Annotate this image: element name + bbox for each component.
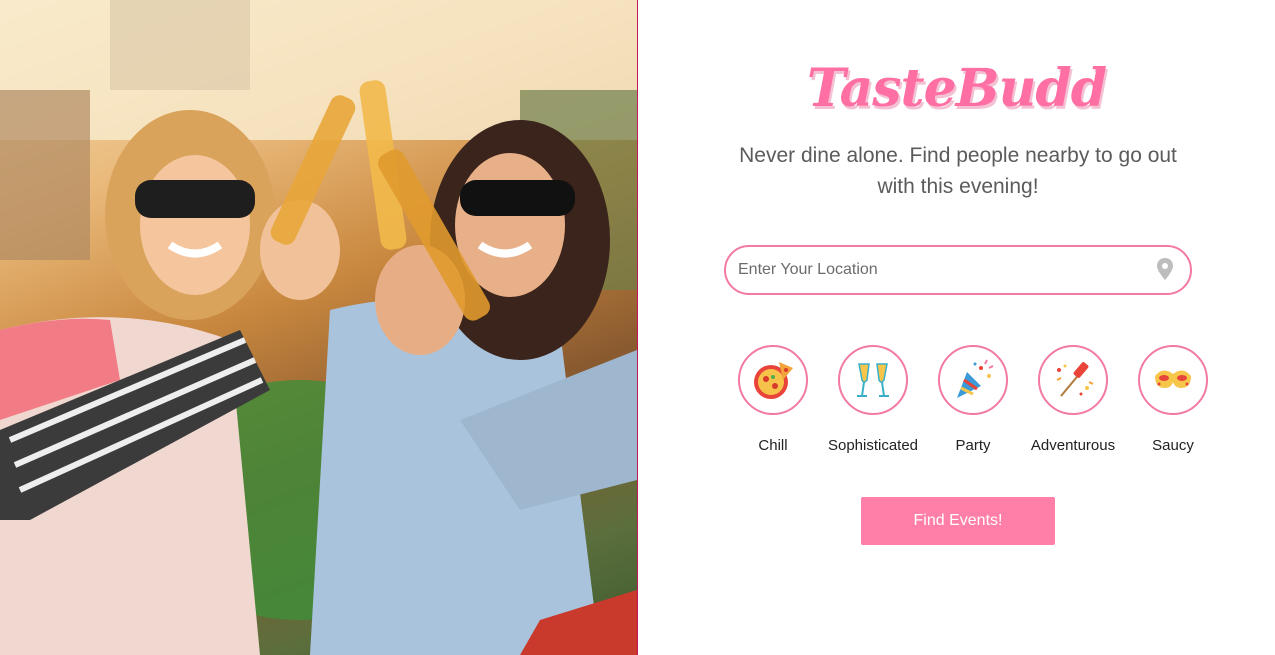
masquerade-mask-icon <box>1155 370 1191 388</box>
mood-party-circle[interactable] <box>938 345 1008 415</box>
mood-party[interactable]: Party <box>923 345 1023 454</box>
mood-selector: Chill Sophisticated Party Adventurous Sa… <box>723 345 1208 465</box>
hero-photo <box>0 0 637 655</box>
mood-saucy-circle[interactable] <box>1138 345 1208 415</box>
location-pin-icon[interactable] <box>1156 258 1174 280</box>
mood-sophisticated-circle[interactable] <box>838 345 908 415</box>
mood-chill[interactable]: Chill <box>723 345 823 454</box>
mood-adventurous-circle[interactable] <box>1038 345 1108 415</box>
mood-adventurous[interactable]: Adventurous <box>1023 345 1123 454</box>
mood-saucy[interactable]: Saucy <box>1123 345 1223 454</box>
party-popper-icon <box>957 359 994 398</box>
mood-adventurous-label: Adventurous <box>1030 437 1116 454</box>
friends-toasting-illustration <box>0 0 637 655</box>
tagline: Never dine alone. Find people nearby to … <box>739 144 1177 198</box>
pizza-icon <box>754 362 793 399</box>
mood-chill-label: Chill <box>758 437 788 454</box>
mood-sophisticated[interactable]: Sophisticated <box>823 345 923 454</box>
champagne-glasses-icon <box>857 363 889 397</box>
content-panel: TasteBudd Never dine alone. Find people … <box>638 0 1275 655</box>
mood-sophisticated-label: Sophisticated <box>827 437 919 454</box>
firework-rocket-icon <box>1056 362 1094 397</box>
mood-chill-circle[interactable] <box>738 345 808 415</box>
location-search <box>724 245 1192 295</box>
logo: TasteBudd <box>806 58 1107 119</box>
find-events-button[interactable]: Find Events! <box>861 497 1055 545</box>
mood-saucy-label: Saucy <box>1152 437 1194 454</box>
location-input[interactable] <box>738 247 1148 293</box>
mood-party-label: Party <box>955 437 991 454</box>
